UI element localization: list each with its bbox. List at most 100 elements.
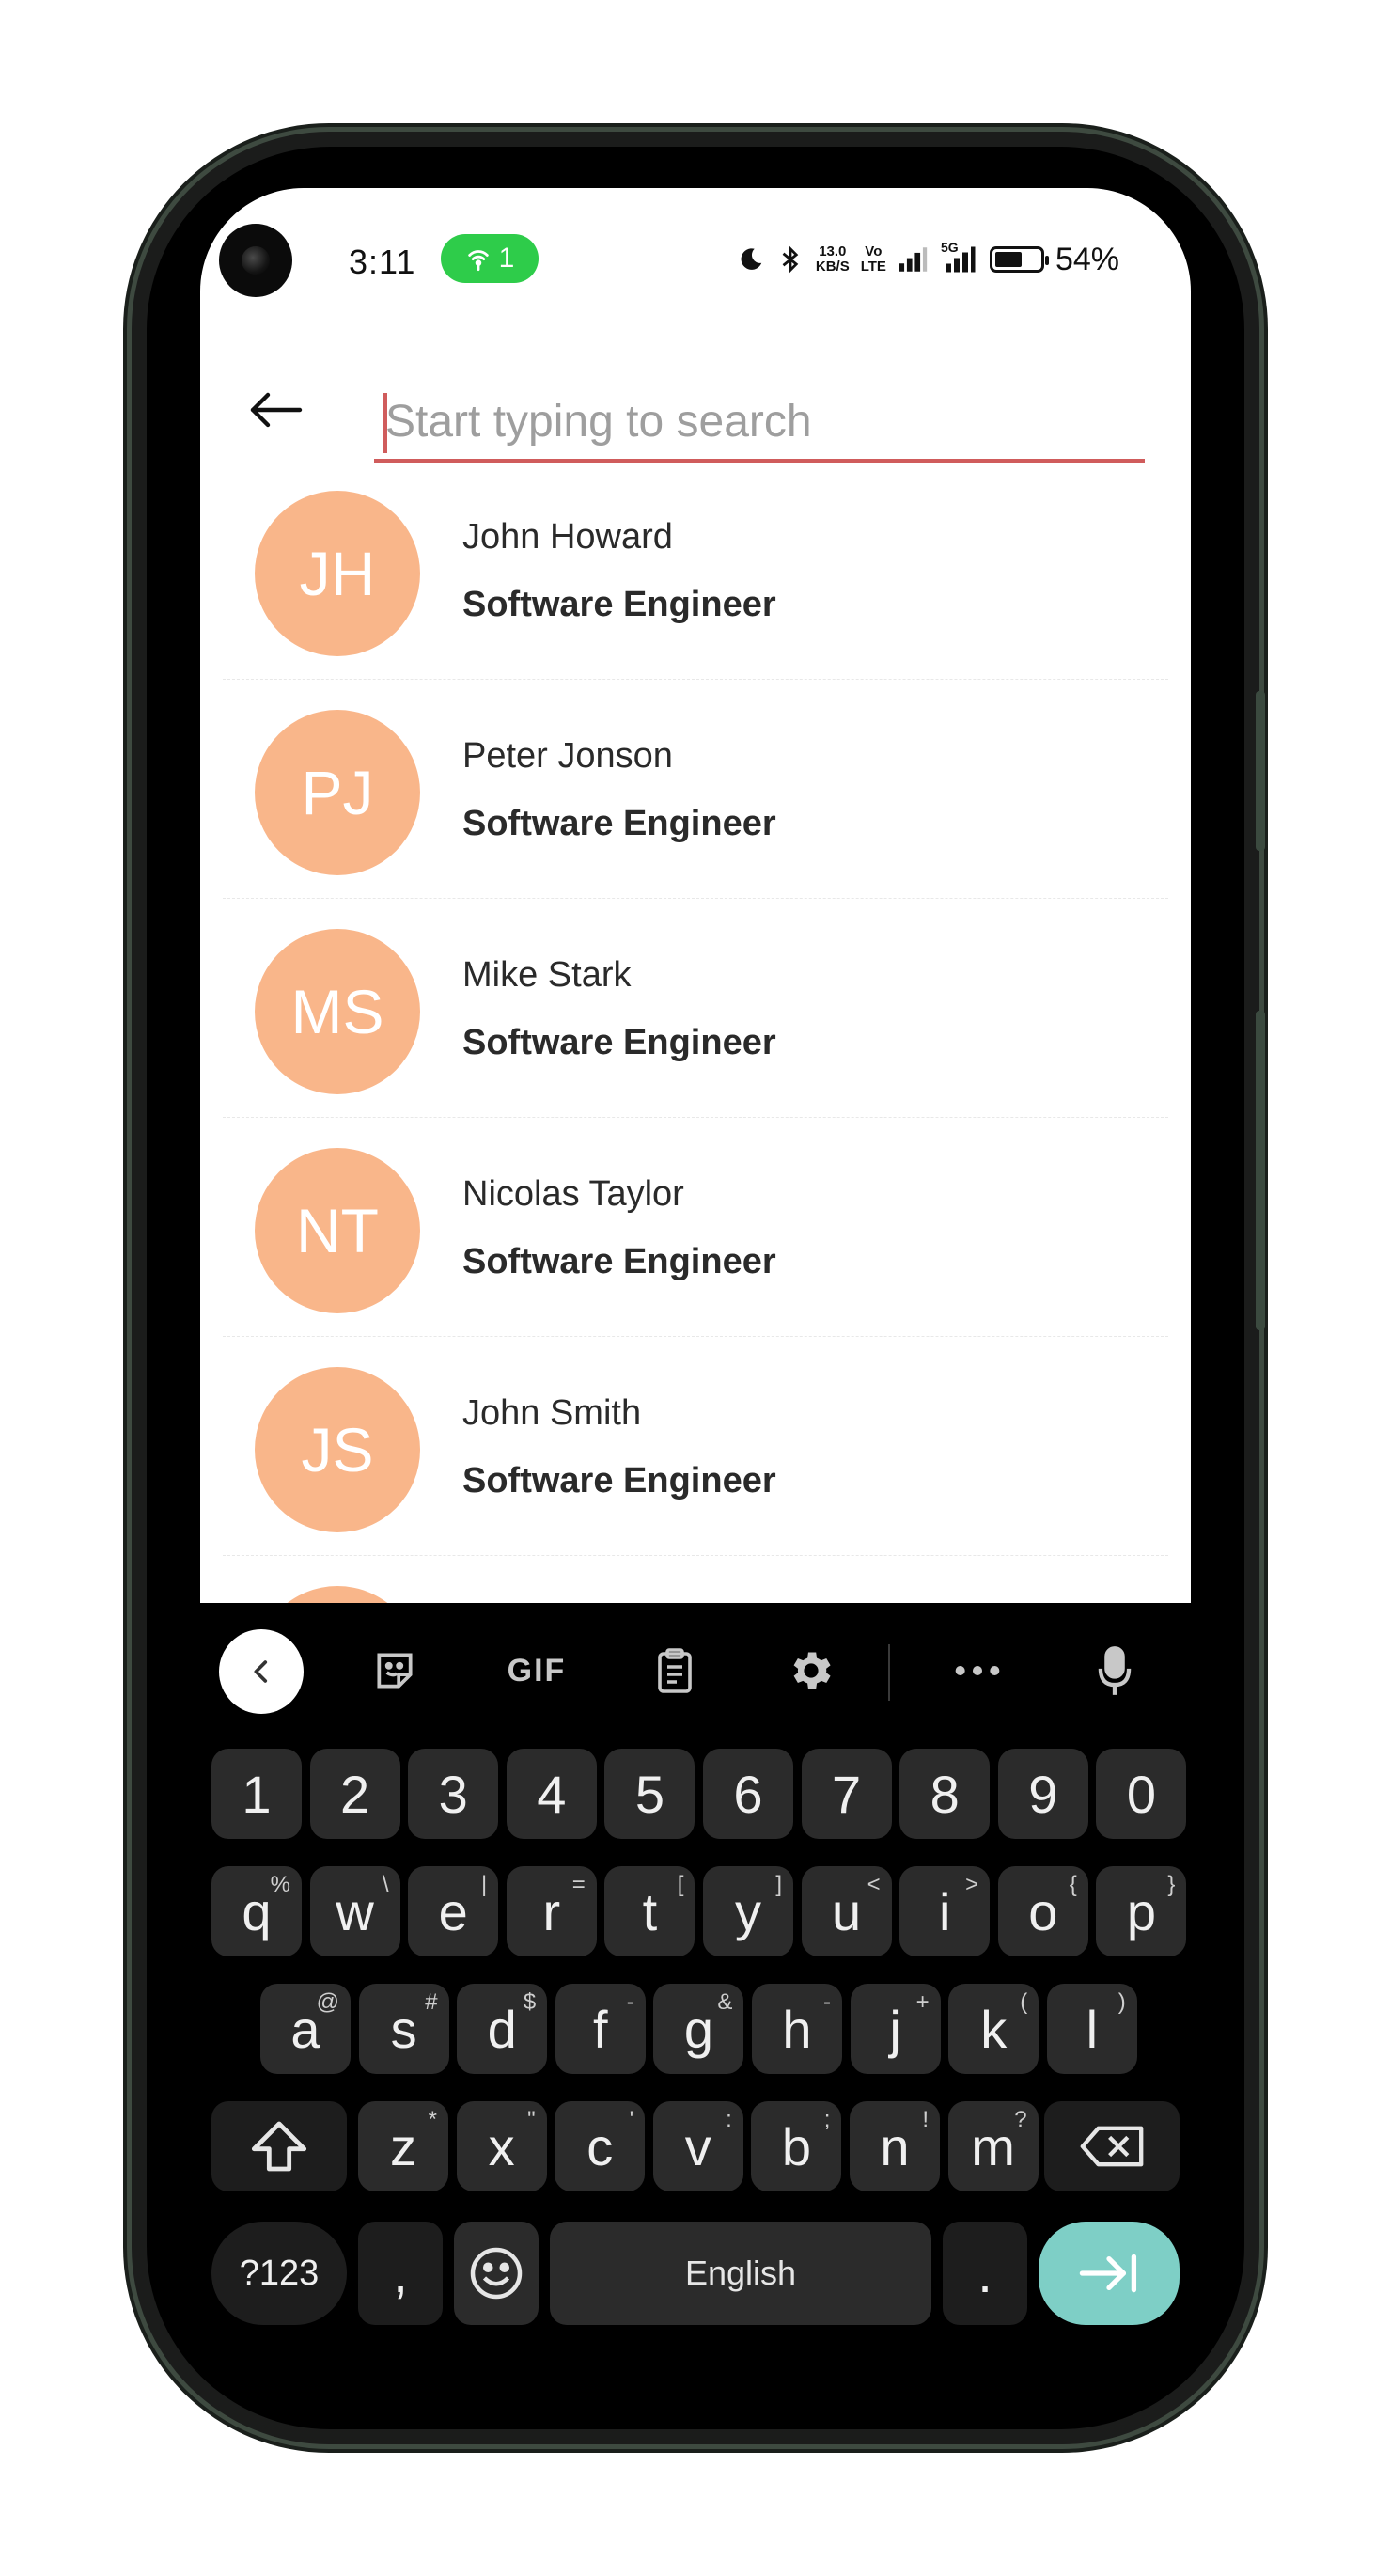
contact-list: JH John Howard Software Engineer PJ Pete… (200, 461, 1191, 1556)
sticker-button[interactable] (352, 1631, 437, 1710)
key-z[interactable]: z * (358, 2101, 448, 2191)
contact-row[interactable]: PJ Peter Jonson Software Engineer (223, 680, 1168, 899)
key-secondary-label: + (915, 1989, 930, 2015)
key-label: i (938, 1881, 951, 1941)
key-7[interactable]: 7 (801, 1749, 892, 1839)
key-q[interactable]: q% (211, 1866, 302, 1956)
clipboard-button[interactable] (633, 1631, 717, 1710)
key-3[interactable]: 3 (408, 1749, 499, 1839)
key-label: z (390, 2116, 416, 2176)
search-input[interactable] (374, 384, 1145, 459)
key-secondary-label: [ (677, 1872, 684, 1897)
key-w[interactable]: w \ (309, 1866, 400, 1956)
emoji-key[interactable] (454, 2222, 539, 2325)
hotspot-indicator: 1 (441, 234, 539, 283)
key-k[interactable]: k( (948, 1984, 1039, 2074)
key-secondary-label: ( (1020, 1989, 1028, 2015)
key-b[interactable]: b; (751, 2101, 842, 2191)
key-label: English (684, 2254, 797, 2292)
key-m[interactable]: m? (947, 2101, 1039, 2191)
key-h[interactable]: h- (752, 1984, 842, 2074)
key-l[interactable]: l) (1046, 1984, 1137, 2074)
moon-icon (741, 248, 762, 270)
key-o[interactable]: o{ (997, 1866, 1088, 1956)
settings-button[interactable] (769, 1631, 853, 1710)
key-secondary-label: ; (823, 2107, 831, 2132)
power-button (1256, 1011, 1265, 1330)
key-9[interactable]: 9 (997, 1749, 1088, 1839)
more-button[interactable] (935, 1631, 1020, 1710)
volte-top: Vo (865, 243, 883, 259)
period-key[interactable]: . (943, 2222, 1027, 2325)
status-icons: 13.0 KB/S Vo LTE 5G 54% (737, 237, 1119, 282)
key-g[interactable]: g & (653, 1984, 744, 2074)
key-d[interactable]: d $ (457, 1984, 548, 2074)
contact-role: Software Engineer (462, 1242, 776, 1281)
text-cursor (383, 393, 387, 453)
key-label: v (684, 2116, 711, 2176)
shift-key[interactable] (211, 2101, 347, 2191)
battery-icon (989, 246, 1049, 273)
key-label: 5 (634, 1764, 664, 1824)
key-secondary-label: $ (523, 1989, 537, 2015)
key-8[interactable]: 8 (899, 1749, 991, 1839)
key-u[interactable]: u < (801, 1866, 892, 1956)
voice-input-button[interactable] (1072, 1631, 1157, 1710)
comma-key[interactable]: , (358, 2222, 443, 2325)
contact-row[interactable]: JS John Smith Software Engineer (223, 1337, 1168, 1556)
symbols-key[interactable]: ?123 (211, 2222, 347, 2325)
bluetooth-icon (782, 245, 799, 274)
keyboard: GIF 1 2 3 4 5 6 7 8 9 0 q% w \ e | r = t[y] u < i > o{p} a @ s # d $… (200, 1603, 1191, 2388)
key-n[interactable]: n! (850, 2101, 940, 2191)
key-label: f (593, 1999, 608, 2059)
key-i[interactable]: i > (899, 1866, 991, 1956)
key-label: g (683, 1999, 713, 2059)
chevron-left-icon (254, 1660, 268, 1683)
toolbar-divider (888, 1644, 890, 1701)
key-0[interactable]: 0 (1096, 1749, 1187, 1839)
key-label: 2 (340, 1764, 370, 1824)
key-j[interactable]: j + (850, 1984, 941, 2074)
key-4[interactable]: 4 (506, 1749, 597, 1839)
space-key[interactable]: English (550, 2222, 931, 2325)
key-6[interactable]: 6 (703, 1749, 793, 1839)
key-e[interactable]: e | (408, 1866, 499, 1956)
key-secondary-label: < (867, 1872, 881, 1897)
key-secondary-label: ? (1014, 2107, 1027, 2132)
key-c[interactable]: c ' (555, 2101, 646, 2191)
contact-row[interactable]: MS Mike Stark Software Engineer (223, 899, 1168, 1118)
key-label: x (488, 2116, 515, 2176)
collapse-toolbar-button[interactable] (219, 1629, 304, 1714)
key-label: 4 (537, 1764, 567, 1824)
key-y[interactable]: y] (703, 1866, 793, 1956)
key-f[interactable]: f- (555, 1984, 646, 2074)
key-secondary-label: ] (775, 1872, 782, 1897)
back-button[interactable] (238, 372, 313, 448)
key-5[interactable]: 5 (604, 1749, 696, 1839)
emoji-icon (470, 2247, 523, 2300)
contact-name: Mike Stark (462, 955, 632, 995)
front-camera (219, 224, 292, 297)
key-v[interactable]: v: (652, 2101, 743, 2191)
key-x[interactable]: x " (456, 2101, 547, 2191)
search-field[interactable] (374, 384, 1145, 463)
shift-icon (251, 2121, 307, 2172)
key-secondary-label: > (965, 1872, 979, 1897)
contact-row[interactable]: NT Nicolas Taylor Software Engineer (223, 1118, 1168, 1337)
key-t[interactable]: t[ (604, 1866, 696, 1956)
key-a[interactable]: a @ (260, 1984, 351, 2074)
backspace-icon (1080, 2126, 1144, 2167)
gif-button[interactable]: GIF (490, 1631, 584, 1710)
key-1[interactable]: 1 (211, 1749, 302, 1839)
enter-key[interactable] (1039, 2222, 1180, 2325)
key-r[interactable]: r = (506, 1866, 597, 1956)
key-p[interactable]: p} (1096, 1866, 1187, 1956)
key-label: 6 (733, 1764, 763, 1824)
volume-button (1256, 691, 1265, 851)
key-secondary-label: # (425, 1989, 438, 2015)
key-s[interactable]: s # (358, 1984, 449, 2074)
contact-row[interactable]: JH John Howard Software Engineer (223, 461, 1168, 680)
backspace-key[interactable] (1044, 2101, 1180, 2191)
key-2[interactable]: 2 (309, 1749, 400, 1839)
key-label: p (1126, 1881, 1156, 1941)
